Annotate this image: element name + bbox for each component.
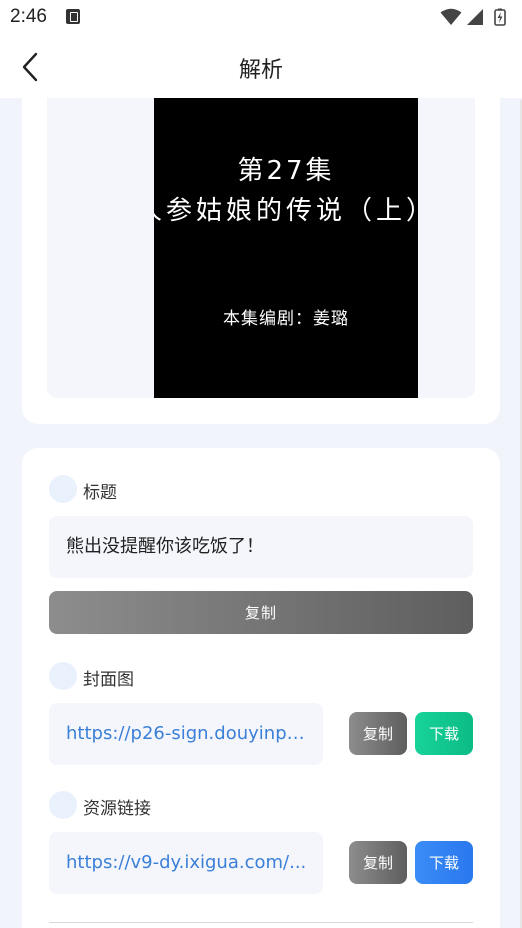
status-time: 2:46 [10, 6, 47, 27]
resource-label-row: 资源链接 [49, 791, 349, 819]
signal-icon [467, 9, 483, 25]
download-cover-button[interactable]: 下载 [415, 712, 473, 755]
page-title: 解析 [238, 58, 283, 83]
preview-card: 第27集 人参姑娘的传说（上） 本集编剧：姜璐 [22, 98, 500, 424]
cover-label: 封面图 [83, 670, 134, 690]
resource-label-dot-icon [49, 791, 77, 819]
notification-icon [66, 9, 80, 24]
resource-label: 资源链接 [83, 799, 151, 819]
cover-url-field[interactable]: https://p26-sign.douyinpic.com/... [49, 703, 323, 765]
title-label-row: 标题 [49, 475, 349, 503]
status-icons [434, 8, 514, 26]
cover-label-dot-icon [49, 662, 77, 690]
title-label: 标题 [83, 483, 117, 503]
video-episode-text: 第27集 [237, 156, 335, 186]
resource-url-field[interactable]: https://v9-dy.ixigua.com/... [49, 832, 323, 894]
app-header: 解析 [0, 36, 522, 98]
video-writer-text: 本集编剧：姜璐 [223, 309, 349, 329]
title-label-dot-icon [49, 475, 77, 503]
copy-resource-button[interactable]: 复制 [349, 841, 407, 884]
info-card: 标题 熊出没提醒你该吃饭了！ 复制 封面图 https://p26-sign.d… [22, 448, 500, 928]
video-thumbnail[interactable]: 第27集 人参姑娘的传说（上） 本集编剧：姜璐 [154, 98, 418, 398]
video-name-text: 人参姑娘的传说（上） [154, 196, 418, 226]
preview-background: 第27集 人参姑娘的传说（上） 本集编剧：姜璐 [47, 98, 475, 398]
copy-title-button[interactable]: 复制 [49, 591, 473, 634]
bottom-divider [49, 922, 473, 923]
battery-icon [494, 8, 506, 26]
copy-cover-button[interactable]: 复制 [349, 712, 407, 755]
wifi-icon [440, 8, 462, 25]
download-resource-button[interactable]: 下载 [415, 841, 473, 884]
cover-label-row: 封面图 [49, 662, 349, 690]
status-bar: 2:46 [0, 0, 522, 36]
title-value-field[interactable]: 熊出没提醒你该吃饭了！ [49, 516, 473, 578]
